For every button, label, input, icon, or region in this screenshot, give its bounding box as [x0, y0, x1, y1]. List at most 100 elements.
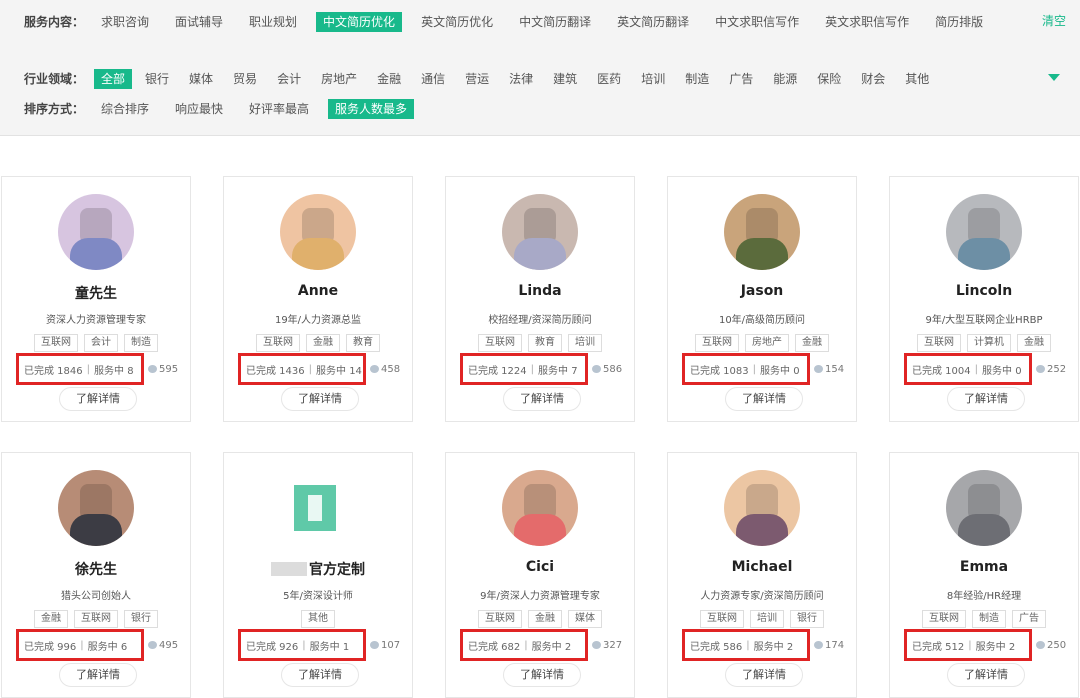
- avatar[interactable]: [58, 470, 134, 546]
- industry-option[interactable]: 通信: [414, 69, 452, 89]
- industry-tag: 培训: [750, 610, 784, 628]
- order-stats: 已完成 512 | 服务中 2: [904, 629, 1032, 661]
- consultant-title: 9年/资深人力资源管理专家: [480, 591, 600, 602]
- industry-tag: 金融: [528, 610, 562, 628]
- consultant-card[interactable]: 徐先生 猎头公司创始人 金融 互联网 银行 已完成 996 | 服务中 6 495 了解详情: [1, 452, 191, 698]
- avatar[interactable]: [724, 470, 800, 546]
- avatar[interactable]: [946, 470, 1022, 546]
- comment-number: 252: [1047, 364, 1067, 375]
- avatar-body: [958, 238, 1010, 270]
- consultant-name[interactable]: 官方定制: [224, 559, 412, 579]
- industry-option[interactable]: 会计: [270, 69, 308, 89]
- completed-count: 已完成 1846: [24, 365, 83, 377]
- industry-option[interactable]: 媒体: [182, 69, 220, 89]
- industry-option[interactable]: 法律: [502, 69, 540, 89]
- completed-count: 已完成 586: [690, 641, 743, 653]
- industry-option[interactable]: 广告: [722, 69, 760, 89]
- consultant-card[interactable]: Michael 人力资源专家/资深简历顾问 互联网 培训 银行 已完成 586 | 服务中 2…: [667, 452, 857, 698]
- industry-option[interactable]: 银行: [138, 69, 176, 89]
- consultant-card[interactable]: Anne 19年/人力资源总监 互联网 金融 教育 已完成 1436 | 服务中 14 458 了…: [223, 176, 413, 422]
- avatar[interactable]: [724, 194, 800, 270]
- sort-option[interactable]: 好评率最高: [242, 99, 316, 119]
- industry-filter-row: 行业领域： 全部 银行 媒体 贸易 会计 房地产 金融 通信 营运 法律 建筑 医药 培训 制造 广告 能源保…: [24, 69, 1080, 93]
- sort-option[interactable]: 综合排序: [94, 99, 156, 119]
- industry-option[interactable]: 贸易: [226, 69, 264, 89]
- consultant-name[interactable]: Cici: [446, 559, 634, 575]
- consultant-card[interactable]: 官方定制 5年/资深设计师 其他 已完成 926 | 服务中 1 107 了解详情: [223, 452, 413, 698]
- serving-count: 服务中 8: [94, 365, 134, 377]
- consultant-name[interactable]: Michael: [668, 559, 856, 575]
- stats-divider: |: [86, 363, 91, 375]
- comment-number: 107: [381, 640, 401, 651]
- consultant-name[interactable]: Lincoln: [890, 283, 1078, 299]
- industry-tag: 互联网: [700, 610, 744, 628]
- avatar[interactable]: [946, 194, 1022, 270]
- service-option[interactable]: 求职咨询: [94, 12, 156, 32]
- consultant-card[interactable]: Lincoln 9年/大型互联网企业HRBP 互联网 计算机 金融 已完成 1004 | 服务…: [889, 176, 1079, 422]
- service-option[interactable]: 简历排版: [928, 12, 990, 32]
- industry-tag: 房地产: [745, 334, 789, 352]
- avatar[interactable]: [58, 194, 134, 270]
- industry-option[interactable]: 建筑: [546, 69, 584, 89]
- industry-option[interactable]: 房地产: [314, 69, 364, 89]
- consultant-card[interactable]: Emma 8年经验/HR经理 互联网 制造 广告 已完成 512 | 服务中 2 250 了解详情: [889, 452, 1079, 698]
- detail-button[interactable]: 了解详情: [725, 387, 803, 411]
- industry-option[interactable]: 全部: [94, 69, 133, 89]
- avatar-body: [292, 238, 344, 270]
- avatar[interactable]: [502, 470, 578, 546]
- detail-button[interactable]: 了解详情: [281, 663, 359, 687]
- detail-button[interactable]: 了解详情: [59, 387, 137, 411]
- comment-count: 327: [592, 640, 622, 651]
- sort-option[interactable]: 服务人数最多: [328, 99, 415, 119]
- comment-count: 586: [592, 364, 622, 375]
- service-option[interactable]: 英文简历优化: [414, 12, 500, 32]
- service-option[interactable]: 中文简历优化: [316, 12, 403, 32]
- industry-option[interactable]: 其他: [898, 69, 936, 89]
- industry-tag: 会计: [84, 334, 118, 352]
- avatar[interactable]: [280, 194, 356, 270]
- detail-button[interactable]: 了解详情: [725, 663, 803, 687]
- service-option[interactable]: 英文求职信写作: [818, 12, 916, 32]
- consultant-name[interactable]: 童先生: [2, 283, 190, 303]
- consultant-name[interactable]: Anne: [224, 283, 412, 299]
- service-option[interactable]: 职业规划: [242, 12, 304, 32]
- detail-button[interactable]: 了解详情: [281, 387, 359, 411]
- consultant-name[interactable]: 徐先生: [2, 559, 190, 579]
- detail-button[interactable]: 了解详情: [59, 663, 137, 687]
- industry-option[interactable]: 营运: [458, 69, 496, 89]
- consultant-name[interactable]: Jason: [668, 283, 856, 299]
- detail-button[interactable]: 了解详情: [947, 387, 1025, 411]
- consultant-card[interactable]: Jason 10年/高级简历顾问 互联网 房地产 金融 已完成 1083 | 服务中 0 154…: [667, 176, 857, 422]
- service-option[interactable]: 中文求职信写作: [708, 12, 806, 32]
- service-option[interactable]: 英文简历翻译: [610, 12, 696, 32]
- comment-count: 495: [148, 640, 178, 651]
- service-option[interactable]: 面试辅导: [168, 12, 230, 32]
- avatar[interactable]: [502, 194, 578, 270]
- expand-triangle-icon[interactable]: [1048, 74, 1060, 81]
- consultant-card[interactable]: Linda 校招经理/资深简历顾问 互联网 教育 培训 已完成 1224 | 服务中 7 586…: [445, 176, 635, 422]
- consultant-card[interactable]: Cici 9年/资深人力资源管理专家 互联网 金融 媒体 已完成 682 | 服务中 2 327…: [445, 452, 635, 698]
- industry-option[interactable]: 医药: [590, 69, 628, 89]
- comment-count: 154: [814, 364, 844, 375]
- clear-filters-link[interactable]: 清空: [1042, 12, 1066, 29]
- service-option[interactable]: 中文简历翻译: [512, 12, 598, 32]
- detail-button[interactable]: 了解详情: [503, 663, 581, 687]
- industry-option[interactable]: 能源: [766, 69, 804, 89]
- completed-count: 已完成 1004: [912, 365, 971, 377]
- detail-button[interactable]: 了解详情: [947, 663, 1025, 687]
- industry-tag: 互联网: [34, 334, 78, 352]
- consultant-name-text: Anne: [297, 283, 339, 299]
- industry-tag: 制造: [972, 610, 1006, 628]
- consultant-name[interactable]: Emma: [890, 559, 1078, 575]
- industry-option[interactable]: 财会: [854, 69, 892, 89]
- detail-button[interactable]: 了解详情: [503, 387, 581, 411]
- industry-option[interactable]: 金融: [370, 69, 408, 89]
- consultant-card[interactable]: 童先生 资深人力资源管理专家 互联网 会计 制造 已完成 1846 | 服务中 8 595 了解详…: [1, 176, 191, 422]
- consultant-title: 8年经验/HR经理: [946, 591, 1022, 602]
- sort-option[interactable]: 响应最快: [168, 99, 230, 119]
- completed-count: 已完成 1083: [690, 365, 749, 377]
- consultant-name[interactable]: Linda: [446, 283, 634, 299]
- industry-option[interactable]: 保险: [810, 69, 848, 89]
- industry-option[interactable]: 制造: [678, 69, 716, 89]
- industry-option[interactable]: 培训: [634, 69, 672, 89]
